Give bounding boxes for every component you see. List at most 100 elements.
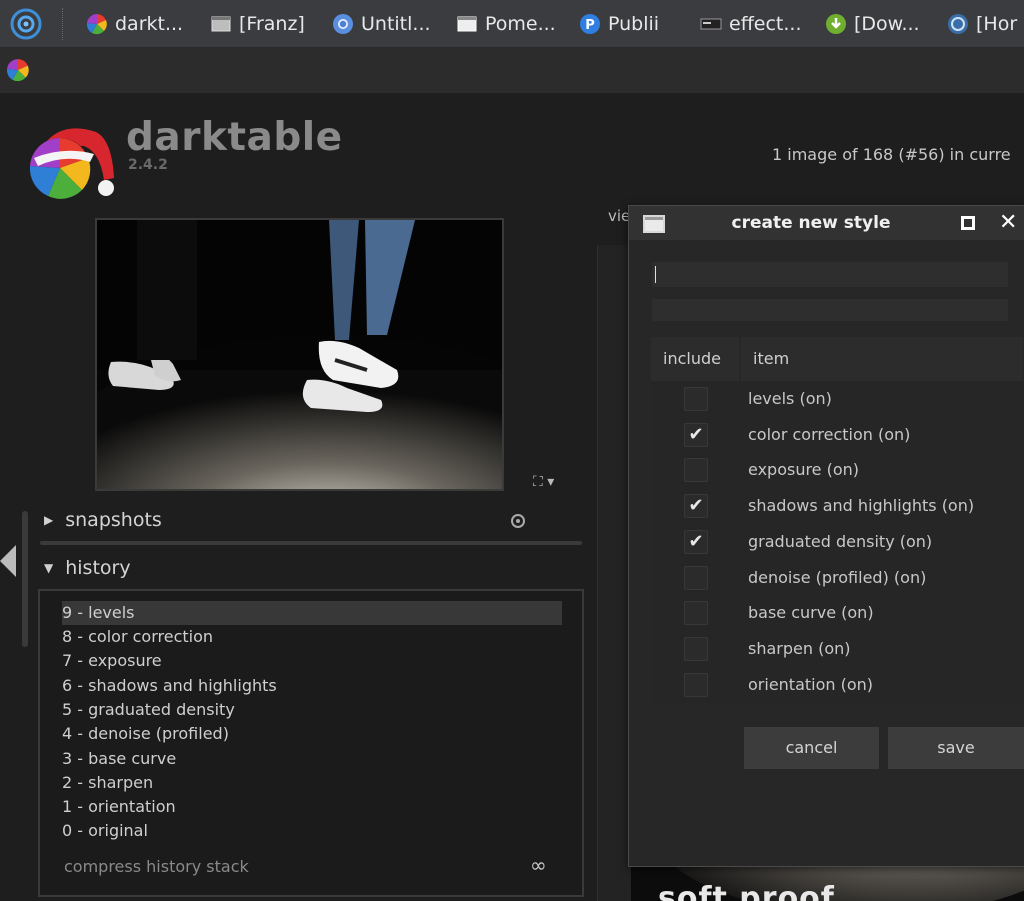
history-item[interactable]: 1 - orientation bbox=[62, 795, 562, 819]
taskbar: darkt... [Franz] Untitl... Pome... P Pub… bbox=[0, 0, 1024, 48]
style-description-input[interactable] bbox=[652, 299, 1008, 321]
style-item-label: orientation (on) bbox=[748, 674, 874, 694]
task-label: effect... bbox=[729, 13, 802, 35]
column-header-include[interactable]: include bbox=[651, 337, 739, 381]
text-caret bbox=[655, 266, 656, 283]
snapshot-reset-icon[interactable] bbox=[511, 514, 525, 528]
history-header[interactable]: ▼ history bbox=[44, 557, 131, 579]
style-item-row[interactable]: denoise (profiled) (on) bbox=[651, 560, 1023, 596]
history-item[interactable]: 2 - sharpen bbox=[62, 771, 562, 795]
style-item-label: color correction (on) bbox=[748, 424, 911, 444]
style-item-row[interactable]: sharpen (on) bbox=[651, 631, 1023, 667]
app-version: 2.4.2 bbox=[128, 157, 168, 173]
launcher-icon[interactable] bbox=[8, 6, 44, 42]
expand-arrow-icon: ▶ bbox=[44, 513, 54, 527]
browser-icon bbox=[948, 14, 968, 34]
save-button[interactable]: save bbox=[888, 727, 1024, 769]
include-checkbox[interactable] bbox=[684, 387, 708, 411]
include-checkbox[interactable]: ✔ bbox=[684, 529, 708, 554]
style-item-row[interactable]: orientation (on) bbox=[651, 667, 1023, 703]
svg-text:P: P bbox=[585, 18, 595, 33]
history-item[interactable]: 6 - shadows and highlights bbox=[62, 674, 562, 698]
window-icon bbox=[211, 16, 231, 32]
task-label: [Franz] bbox=[239, 13, 305, 35]
style-item-row[interactable]: ✔ color correction (on) bbox=[651, 417, 1023, 453]
chromium-icon bbox=[333, 14, 353, 34]
task-publii[interactable]: P Publii bbox=[579, 8, 659, 40]
task-effects[interactable]: effect... bbox=[700, 8, 801, 40]
style-item-label: denoise (profiled) (on) bbox=[748, 567, 927, 587]
app-titlebar bbox=[0, 48, 1024, 93]
cancel-button[interactable]: cancel bbox=[744, 727, 879, 769]
history-item[interactable]: 3 - base curve bbox=[62, 747, 562, 771]
style-item-row[interactable]: ✔ shadows and highlights (on) bbox=[651, 488, 1023, 524]
style-item-row[interactable]: ✔ graduated density (on) bbox=[651, 524, 1023, 560]
center-panel-edge bbox=[597, 245, 631, 901]
task-franz[interactable]: [Franz] bbox=[210, 8, 305, 40]
task-label: Pome... bbox=[485, 13, 556, 35]
task-label: darkt... bbox=[115, 13, 184, 35]
history-label: history bbox=[65, 557, 131, 579]
include-checkbox[interactable] bbox=[684, 601, 708, 626]
dialog-titlebar[interactable]: create new style ✕ bbox=[629, 206, 1024, 240]
style-name-input[interactable] bbox=[652, 262, 1008, 287]
task-browser[interactable]: [Hor bbox=[947, 8, 1017, 40]
snapshots-header[interactable]: ▶ snapshots bbox=[44, 509, 162, 531]
section-divider bbox=[40, 541, 582, 545]
style-item-label: base curve (on) bbox=[748, 603, 874, 623]
task-download[interactable]: [Dow... bbox=[825, 8, 920, 40]
style-item-row[interactable]: base curve (on) bbox=[651, 595, 1023, 631]
task-untitled[interactable]: Untitl... bbox=[332, 8, 431, 40]
create-style-icon[interactable]: ∞ bbox=[530, 853, 547, 877]
image-count: 1 image of 168 (#56) in curre bbox=[772, 145, 1011, 164]
darktable-logo bbox=[29, 128, 114, 199]
history-item[interactable]: 7 - exposure bbox=[62, 649, 562, 673]
history-item[interactable]: 0 - original bbox=[62, 819, 562, 843]
history-item[interactable]: 4 - denoise (profiled) bbox=[62, 722, 562, 746]
collapse-arrow-icon: ▼ bbox=[44, 561, 54, 575]
style-item-label: sharpen (on) bbox=[748, 638, 851, 658]
taskbar-separator bbox=[62, 8, 64, 40]
history-item[interactable]: 9 - levels bbox=[62, 601, 562, 625]
task-label: Publii bbox=[608, 13, 660, 35]
view-label: vie bbox=[608, 207, 631, 225]
style-item-label: levels (on) bbox=[748, 389, 832, 408]
history-item[interactable]: 5 - graduated density bbox=[62, 698, 562, 722]
include-checkbox[interactable]: ✔ bbox=[684, 494, 708, 519]
create-style-dialog: create new style ✕ include item levels (… bbox=[628, 205, 1024, 867]
column-header-item[interactable]: item bbox=[741, 337, 1023, 381]
history-item[interactable]: 8 - color correction bbox=[62, 625, 562, 649]
compress-history-button[interactable]: compress history stack bbox=[64, 857, 249, 876]
download-icon bbox=[826, 14, 846, 34]
photo-sneakers bbox=[97, 220, 502, 489]
task-darktable[interactable]: darkt... bbox=[86, 8, 183, 40]
close-icon[interactable]: ✕ bbox=[999, 209, 1017, 237]
style-item-row[interactable]: levels (on) bbox=[651, 381, 1023, 417]
task-pomedoro[interactable]: Pome... bbox=[456, 8, 556, 40]
darktable-icon bbox=[86, 13, 107, 35]
snapshots-label: snapshots bbox=[65, 509, 162, 531]
app-name: darktable bbox=[126, 115, 343, 160]
task-label: Untitl... bbox=[361, 13, 431, 35]
style-item-label: graduated density (on) bbox=[748, 531, 933, 551]
window-icon bbox=[457, 16, 477, 32]
collapse-left-panel-icon[interactable] bbox=[0, 545, 16, 577]
terminal-icon bbox=[700, 18, 722, 30]
style-items-list: levels (on) ✔ color correction (on) expo… bbox=[651, 381, 1023, 703]
style-item-row[interactable]: exposure (on) bbox=[651, 452, 1023, 488]
include-checkbox[interactable] bbox=[684, 458, 708, 483]
maximize-icon[interactable] bbox=[961, 216, 975, 230]
zoom-fit-icon[interactable]: ⛶ ▾ bbox=[533, 474, 554, 490]
left-panel-scrollbar[interactable] bbox=[22, 511, 28, 647]
task-label: [Dow... bbox=[854, 13, 920, 35]
include-checkbox[interactable]: ✔ bbox=[684, 422, 708, 447]
include-checkbox[interactable] bbox=[684, 636, 708, 661]
task-label: [Hor bbox=[976, 13, 1018, 35]
history-stack: 9 - levels 8 - color correction 7 - expo… bbox=[38, 589, 584, 897]
navigation-thumbnail[interactable] bbox=[95, 218, 504, 491]
soft-proof-indicator: soft proof bbox=[658, 881, 835, 901]
include-checkbox[interactable] bbox=[684, 565, 708, 590]
darktable-icon bbox=[6, 59, 29, 82]
include-checkbox[interactable] bbox=[684, 672, 708, 697]
style-item-label: exposure (on) bbox=[748, 460, 860, 480]
